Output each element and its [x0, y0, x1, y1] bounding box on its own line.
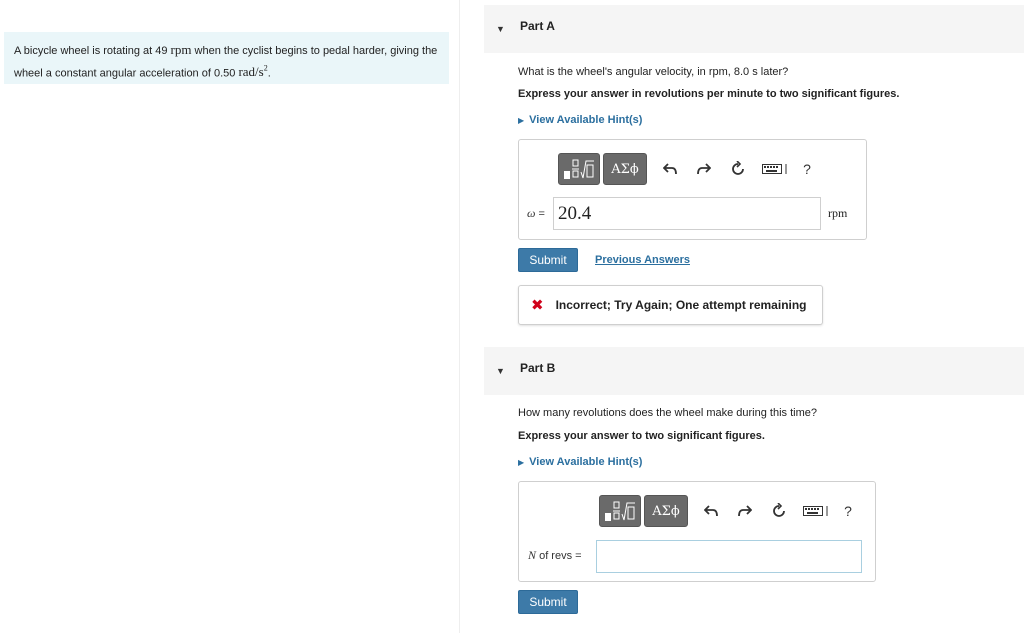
- undo-icon[interactable]: [694, 495, 728, 527]
- part-b-hint-link[interactable]: ▶ View Available Hint(s): [518, 456, 642, 468]
- caret-right-icon: ▶: [518, 458, 525, 467]
- redo-icon[interactable]: [687, 153, 721, 185]
- help-icon[interactable]: ?: [836, 495, 860, 527]
- part-b-header[interactable]: ▼ Part B: [484, 347, 1024, 395]
- part-b-answer-input[interactable]: [596, 540, 862, 573]
- acc-unit: rad/s2: [238, 64, 268, 80]
- part-a-instruction: Express your answer in revolutions per m…: [518, 88, 900, 100]
- part-b-title: Part B: [520, 361, 556, 375]
- part-a-header[interactable]: ▼ Part A: [484, 5, 1024, 53]
- part-b-math-toolbar: ΑΣϕ ?: [599, 494, 860, 528]
- part-a-answer-input[interactable]: 20.4: [553, 197, 821, 230]
- part-b-instruction: Express your answer to two significant f…: [518, 430, 765, 442]
- part-b-submit-button[interactable]: Submit: [518, 590, 578, 614]
- part-b-answer-box: ΑΣϕ ? N of revs =: [518, 481, 876, 582]
- problem-statement: A bicycle wheel is rotating at 49 rpm wh…: [4, 32, 449, 84]
- part-a-submit-button[interactable]: Submit: [518, 248, 578, 272]
- feedback-message: Incorrect; Try Again; One attempt remain…: [555, 298, 807, 312]
- omega-label: ω =: [527, 206, 545, 220]
- previous-answers-link[interactable]: Previous Answers: [595, 254, 690, 266]
- incorrect-feedback: ✖ Incorrect; Try Again; One attempt rema…: [518, 285, 823, 325]
- caret-right-icon: ▶: [518, 116, 525, 125]
- column-divider: [459, 0, 460, 633]
- templates-icon: [564, 159, 594, 179]
- keyboard-icon[interactable]: [796, 495, 836, 527]
- n-revs-label: N of revs =: [528, 548, 582, 562]
- templates-button[interactable]: [558, 153, 600, 185]
- greek-symbols-button[interactable]: ΑΣϕ: [644, 495, 688, 527]
- part-a-title: Part A: [520, 19, 555, 33]
- templates-icon: [605, 501, 635, 521]
- part-a-math-toolbar: ΑΣϕ ?: [558, 152, 819, 186]
- part-a-question: What is the wheel's angular velocity, in…: [518, 66, 789, 78]
- part-a-hint-link[interactable]: ▶ View Available Hint(s): [518, 114, 642, 126]
- part-a-answer-box: ΑΣϕ ? ω = 20.4 rpm: [518, 139, 867, 240]
- collapse-triangle-icon[interactable]: ▼: [496, 24, 505, 34]
- part-a-unit: rpm: [828, 206, 848, 220]
- redo-icon[interactable]: [728, 495, 762, 527]
- rpm-unit: rpm: [170, 42, 192, 57]
- reset-icon[interactable]: [721, 153, 755, 185]
- collapse-triangle-icon[interactable]: ▼: [496, 366, 505, 376]
- part-b-question: How many revolutions does the wheel make…: [518, 407, 817, 419]
- templates-button[interactable]: [599, 495, 641, 527]
- greek-symbols-button[interactable]: ΑΣϕ: [603, 153, 647, 185]
- help-icon[interactable]: ?: [795, 153, 819, 185]
- x-mark-icon: ✖: [531, 297, 544, 314]
- reset-icon[interactable]: [762, 495, 796, 527]
- undo-icon[interactable]: [653, 153, 687, 185]
- keyboard-icon[interactable]: [755, 153, 795, 185]
